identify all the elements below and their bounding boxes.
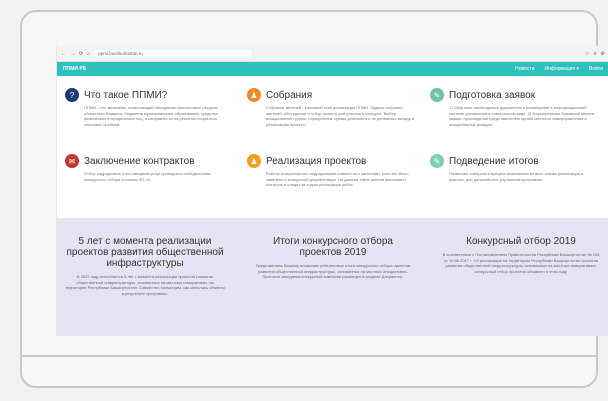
document-icon: ✎ bbox=[430, 88, 444, 102]
settings-icon[interactable]: ⚙ bbox=[601, 51, 605, 57]
card-meetings: ♟ Собрания Собрание жителей - ключевой э… bbox=[247, 88, 415, 127]
card-title: Заключение контрактов bbox=[84, 155, 195, 167]
news-title[interactable]: Итоги конкурсного отбора проектов 2019 bbox=[253, 236, 413, 258]
card-desc: Работы инициативного подрядчиками совмес… bbox=[266, 171, 409, 187]
card-desc: Позволяет совершить процесс возможным во… bbox=[449, 171, 584, 182]
card-results: ✎ Подведение итогов Позволяет совершить … bbox=[430, 154, 598, 182]
laptop-base-line bbox=[20, 355, 598, 357]
address-bar[interactable]: ppmi.bashkortostan.ru bbox=[94, 49, 253, 58]
card-title: Что такое ППМИ? bbox=[84, 89, 168, 101]
news-title[interactable]: Конкурсный отбор 2019 bbox=[441, 236, 601, 247]
site-brand[interactable]: ППМИ РБ bbox=[63, 66, 515, 72]
card-contracts: ✉ Заключение контрактов Отбор подрядчико… bbox=[65, 154, 233, 182]
news-text: В 2022 году исполняется 5 лет с момента … bbox=[65, 274, 225, 296]
news-col-results: Итоги конкурсного отбора проектов 2019 П… bbox=[253, 236, 413, 280]
home-icon[interactable]: ⌂ bbox=[87, 51, 90, 57]
checklist-icon: ✎ bbox=[430, 154, 444, 168]
card-title: Собрания bbox=[266, 89, 313, 101]
nav-info[interactable]: Информация ▾ bbox=[544, 66, 579, 72]
news-section: 5 лет с момента реализации проектов разв… bbox=[57, 218, 608, 336]
nav-news[interactable]: Новости bbox=[515, 66, 534, 72]
question-icon: ? bbox=[65, 88, 79, 102]
card-implementation: ♟ Реализация проектов Работы инициативно… bbox=[247, 154, 415, 188]
card-desc: ППМИ – это механизм, позволяющий объедин… bbox=[84, 105, 218, 127]
back-icon[interactable]: ← bbox=[61, 51, 66, 57]
reload-icon[interactable]: ⟳ bbox=[79, 51, 83, 57]
news-title[interactable]: 5 лет с момента реализации проектов разв… bbox=[65, 236, 225, 269]
card-desc: Отбор подрядчиков и поставщиков услуг пр… bbox=[84, 171, 211, 182]
menu-icon[interactable]: ≡ bbox=[594, 51, 597, 57]
worker-icon: ♟ bbox=[247, 154, 261, 168]
news-text: Представляем Вашему вниманию рейтинговые… bbox=[255, 263, 411, 279]
people-icon: ♟ bbox=[247, 88, 261, 102]
browser-toolbar: ← → ⟳ ⌂ ppmi.bashkortostan.ru ☆ ≡ ⚙ bbox=[57, 46, 608, 62]
card-title: Подведение итогов bbox=[449, 155, 539, 167]
card-desc: 1) Сбор всех необходимых документов и ра… bbox=[449, 105, 594, 127]
steps-section: ? Что такое ППМИ? ППМИ – это механизм, п… bbox=[57, 76, 608, 202]
browser-window: ← → ⟳ ⌂ ppmi.bashkortostan.ru ☆ ≡ ⚙ ППМИ… bbox=[56, 46, 608, 336]
news-col-anniversary: 5 лет с момента реализации проектов разв… bbox=[65, 236, 225, 296]
card-preparation: ✎ Подготовка заявок 1) Сбор всех необход… bbox=[430, 88, 598, 127]
site-navbar: ППМИ РБ Новости Информация ▾ Войти bbox=[57, 62, 608, 76]
news-col-selection: Конкурсный отбор 2019 В соответствии с П… bbox=[441, 236, 601, 274]
card-what-is: ? Что такое ППМИ? ППМИ – это механизм, п… bbox=[65, 88, 233, 127]
news-text: В соответствии с Постановлением Правител… bbox=[442, 252, 600, 274]
contract-icon: ✉ bbox=[65, 154, 79, 168]
star-icon[interactable]: ☆ bbox=[585, 51, 589, 57]
card-desc: Собрание жителей - ключевой этап реализа… bbox=[266, 105, 415, 127]
nav-login[interactable]: Войти bbox=[589, 66, 603, 72]
card-title: Реализация проектов bbox=[266, 155, 367, 167]
card-title: Подготовка заявок bbox=[449, 89, 536, 101]
forward-icon[interactable]: → bbox=[70, 51, 75, 57]
site-nav: Новости Информация ▾ Войти bbox=[515, 66, 603, 72]
